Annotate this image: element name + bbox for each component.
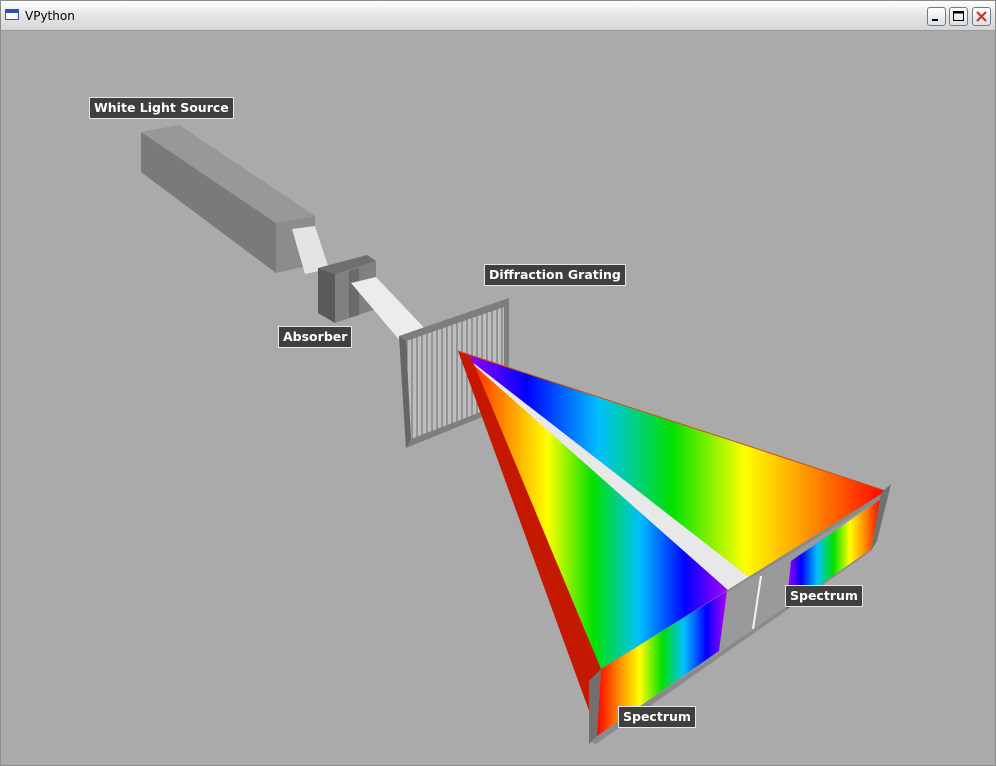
label-white-light-source: White Light Source: [89, 97, 234, 119]
window-title: VPython: [25, 9, 75, 23]
label-absorber: Absorber: [278, 326, 353, 348]
minimize-button[interactable]: [927, 7, 946, 26]
close-icon: [976, 11, 987, 22]
maximize-button[interactable]: [949, 7, 968, 26]
app-window-icon: [5, 9, 19, 20]
close-button[interactable]: [972, 7, 991, 26]
maximize-icon: [953, 11, 964, 21]
vpython-window: VPython White Light Source Absorber Diff…: [0, 0, 996, 766]
light-source-box: [141, 125, 315, 273]
title-bar[interactable]: VPython: [1, 1, 995, 31]
minimize-icon: [932, 19, 938, 21]
label-diffraction-grating: Diffraction Grating: [484, 264, 626, 286]
label-spectrum-bottom: Spectrum: [618, 706, 696, 728]
label-spectrum-right: Spectrum: [785, 585, 863, 607]
3d-scene-canvas[interactable]: [1, 31, 995, 765]
